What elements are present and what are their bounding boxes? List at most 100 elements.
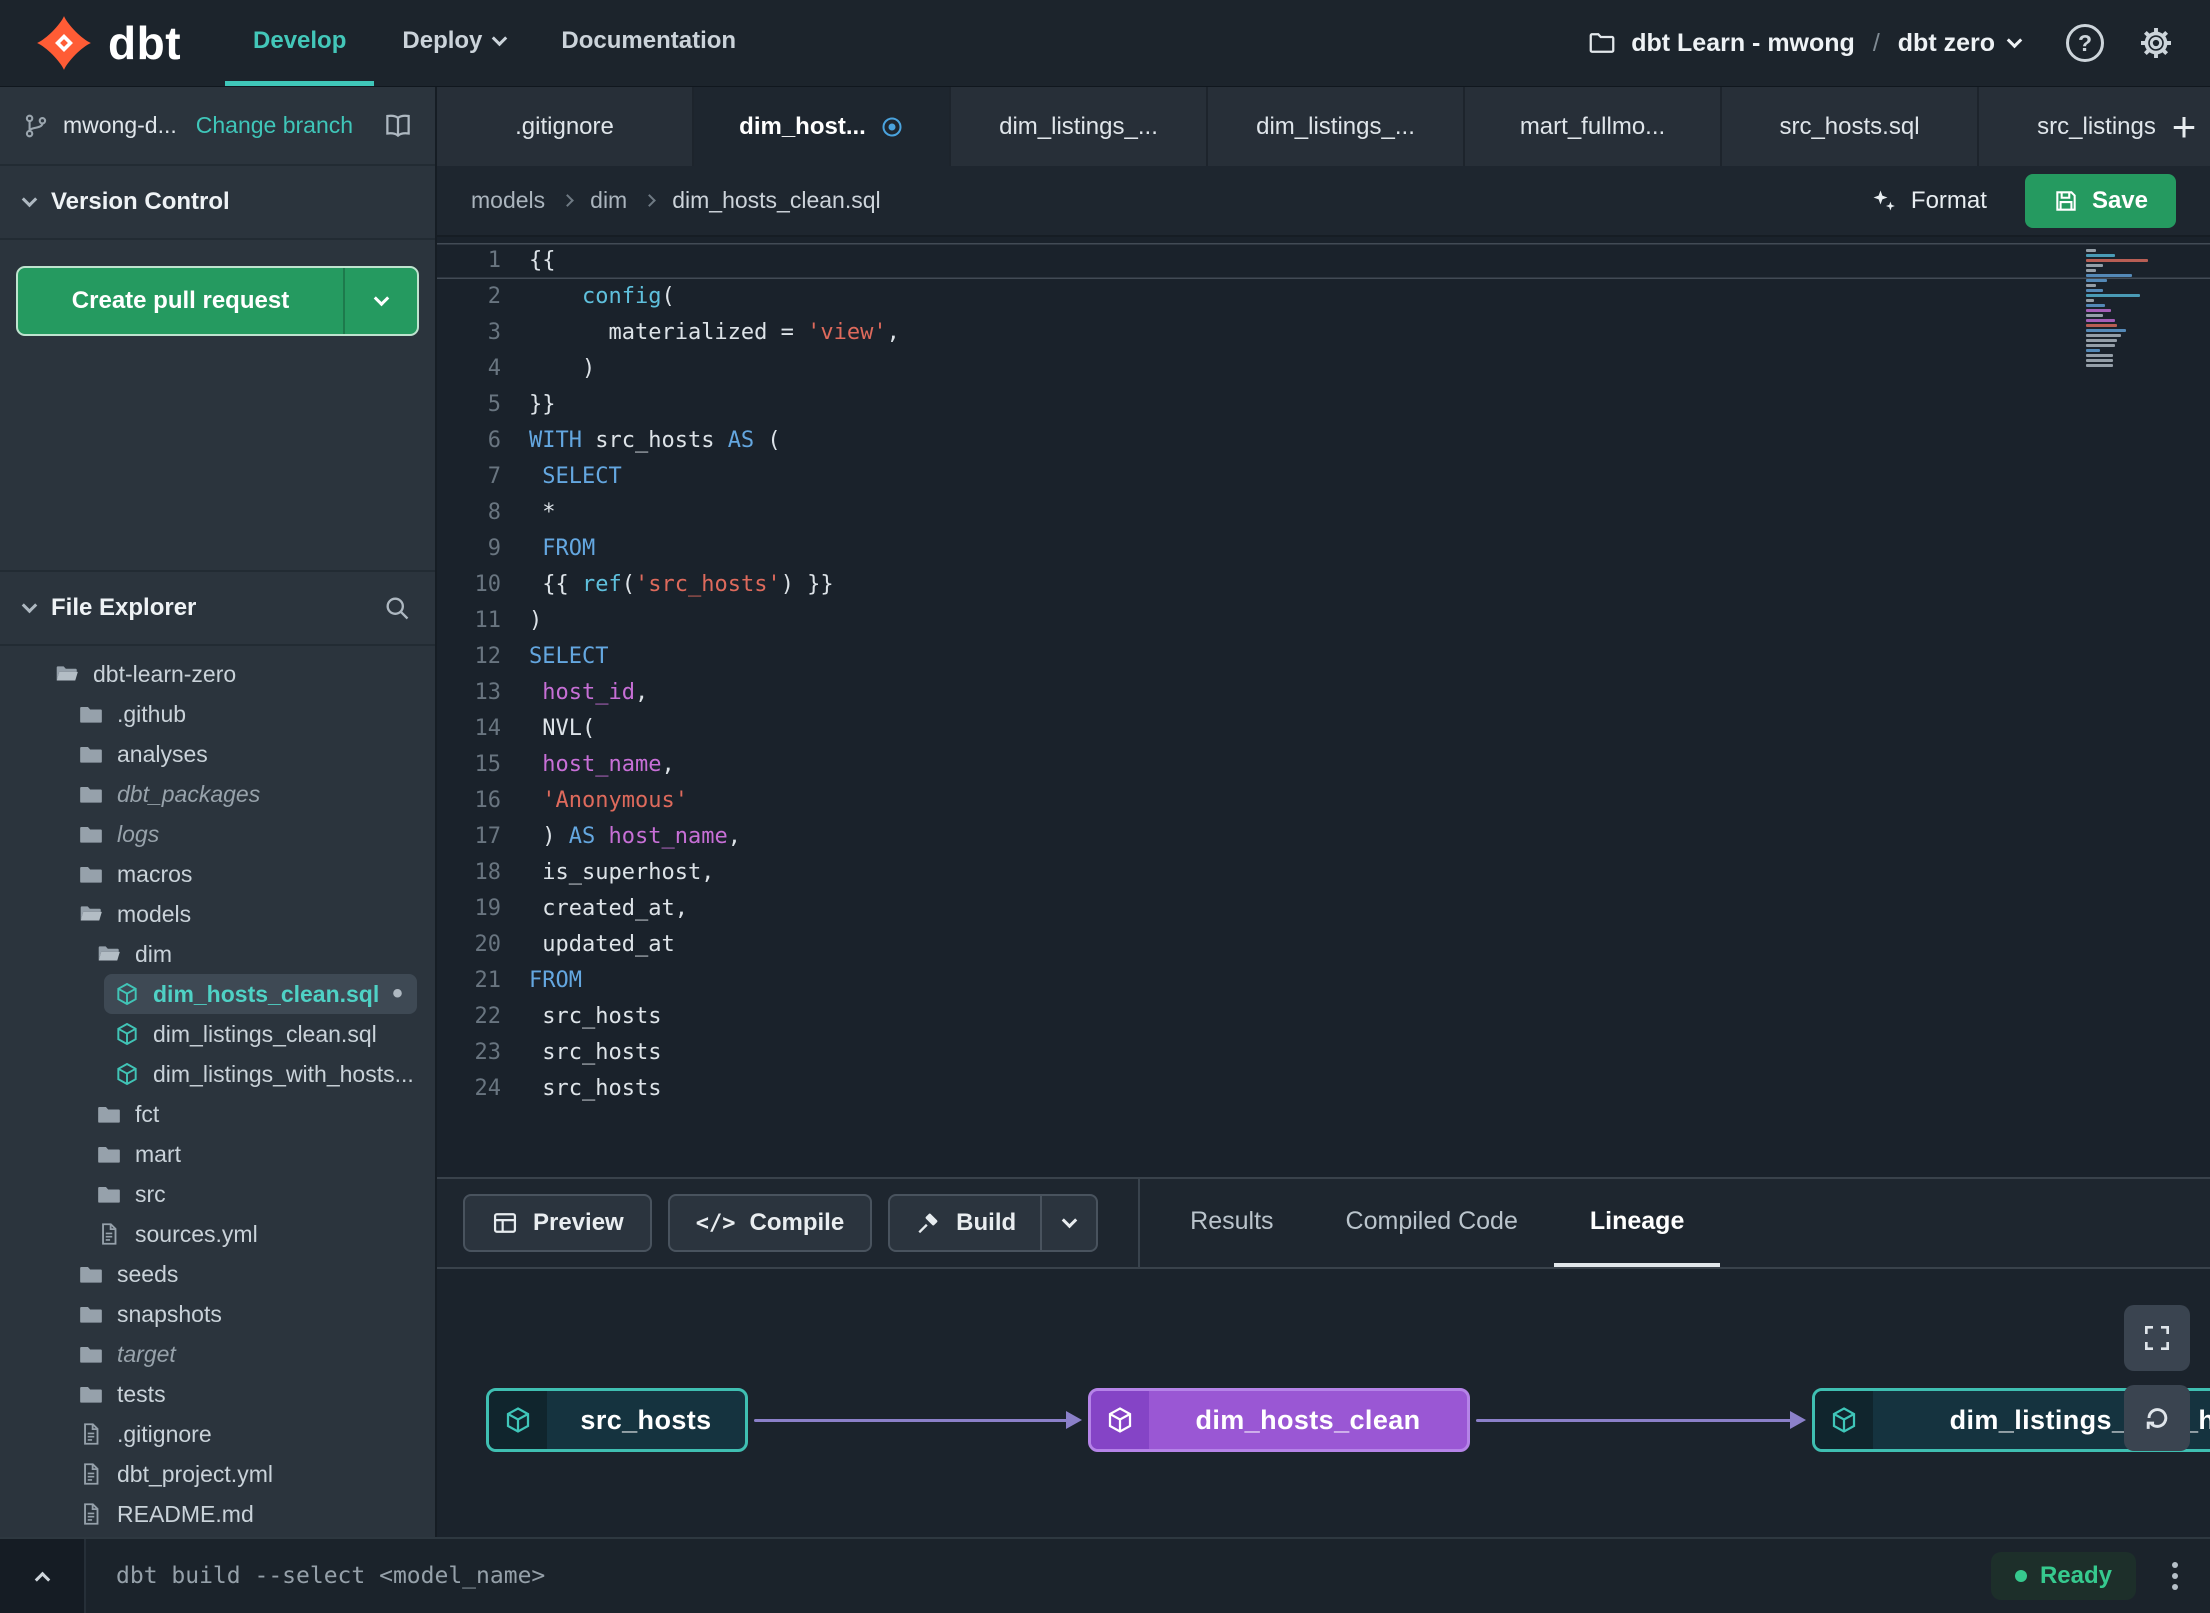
- code-text: host_id,: [529, 680, 649, 705]
- code-line[interactable]: 9 FROM: [437, 531, 2210, 567]
- tree-item-dim-listings-clean-sql[interactable]: dim_listings_clean.sql: [104, 1014, 417, 1054]
- version-control-header[interactable]: Version Control: [0, 166, 435, 240]
- code-line[interactable]: 3 materialized = 'view',: [437, 315, 2210, 351]
- dbt-logo[interactable]: dbt: [36, 0, 181, 86]
- folder-icon: [96, 1181, 122, 1207]
- nav-deploy[interactable]: Deploy: [374, 0, 533, 86]
- lineage-node-src-hosts[interactable]: src_hosts: [486, 1388, 748, 1452]
- tree-item-dim-listings-with-hosts[interactable]: dim_listings_with_hosts...: [104, 1054, 417, 1094]
- file-explorer-header[interactable]: File Explorer: [0, 572, 435, 646]
- code-line[interactable]: 11): [437, 603, 2210, 639]
- build-button[interactable]: Build: [890, 1196, 1040, 1250]
- breadcrumb-models[interactable]: models: [471, 187, 545, 214]
- tab-mart-fullmo[interactable]: mart_fullmo...: [1465, 87, 1722, 166]
- tree-item-fct[interactable]: fct: [86, 1094, 417, 1134]
- tree-item-sources-yml[interactable]: sources.yml: [86, 1214, 417, 1254]
- code-editor[interactable]: 1{{2 config(3 materialized = 'view', 4 ) 5…: [437, 237, 2210, 1177]
- tab-dim-listings[interactable]: dim_listings_...: [1208, 87, 1465, 166]
- code-line[interactable]: 5}}: [437, 387, 2210, 423]
- fullscreen-icon[interactable]: [2124, 1305, 2190, 1371]
- code-line[interactable]: 24 src_hosts: [437, 1071, 2210, 1107]
- code-line[interactable]: 6 WITH src_hosts AS (: [437, 423, 2210, 459]
- tree-item-dim-hosts-clean-sql[interactable]: dim_hosts_clean.sql •: [104, 974, 417, 1014]
- tree-item-tests[interactable]: tests: [68, 1374, 417, 1414]
- lineage-node-dim-hosts-clean[interactable]: dim_hosts_clean: [1088, 1388, 1470, 1452]
- file-icon: [78, 1461, 104, 1487]
- code-line[interactable]: 21 FROM: [437, 963, 2210, 999]
- tab-src-hosts-sql[interactable]: src_hosts.sql: [1722, 87, 1979, 166]
- tree-item-dbt-project-yml[interactable]: dbt_project.yml: [68, 1454, 417, 1494]
- tree-item-snapshots[interactable]: snapshots: [68, 1294, 417, 1334]
- code-line[interactable]: 1 {{: [437, 243, 2210, 279]
- chevron-up-icon[interactable]: [0, 1539, 86, 1613]
- tree-item-github[interactable]: .github: [68, 694, 417, 734]
- tab-dim-host[interactable]: dim_host...: [694, 87, 951, 166]
- code-line[interactable]: 22 src_hosts: [437, 999, 2210, 1035]
- code-line[interactable]: 17 ) AS host_name,: [437, 819, 2210, 855]
- code-text: }}: [529, 392, 556, 417]
- code-line[interactable]: 23 src_hosts: [437, 1035, 2210, 1071]
- nav-develop[interactable]: Develop: [225, 0, 375, 86]
- tree-item-dim[interactable]: dim: [86, 934, 417, 974]
- code-text: SELECT: [529, 644, 609, 669]
- tab-dim-listings[interactable]: dim_listings_...: [951, 87, 1208, 166]
- save-button[interactable]: Save: [2024, 173, 2176, 228]
- code-line[interactable]: 13 host_id,: [437, 675, 2210, 711]
- tree-item-seeds[interactable]: seeds: [68, 1254, 417, 1294]
- change-branch-link[interactable]: Change branch: [196, 112, 353, 139]
- tree-item-dbt-learn-zero[interactable]: dbt-learn-zero: [44, 654, 417, 694]
- tree-item-dbt-packages[interactable]: dbt_packages: [68, 774, 417, 814]
- version-control-title: Version Control: [51, 188, 230, 215]
- code-line[interactable]: 2 config(: [437, 279, 2210, 315]
- lineage-canvas[interactable]: src_hostsdim_hosts_cleandim_listings_wit…: [437, 1269, 2210, 1537]
- minimap[interactable]: [2086, 249, 2152, 369]
- tree-item-label: tests: [117, 1380, 166, 1407]
- code-line[interactable]: 4 ): [437, 351, 2210, 387]
- refresh-icon[interactable]: [2124, 1385, 2190, 1451]
- code-line[interactable]: 20 updated_at: [437, 927, 2210, 963]
- search-icon[interactable]: [383, 594, 411, 622]
- tab-results[interactable]: Results: [1154, 1179, 1309, 1267]
- gear-icon[interactable]: [2138, 25, 2174, 61]
- nav-documentation[interactable]: Documentation: [533, 0, 764, 86]
- code-line[interactable]: 19 created_at,: [437, 891, 2210, 927]
- code-line[interactable]: 18 is_superhost,: [437, 855, 2210, 891]
- code-line[interactable]: 14 NVL(: [437, 711, 2210, 747]
- code-line[interactable]: 8 *: [437, 495, 2210, 531]
- book-icon[interactable]: [383, 111, 413, 141]
- preview-button[interactable]: Preview: [463, 1194, 652, 1252]
- tree-item-readme-md[interactable]: README.md: [68, 1494, 417, 1534]
- tab-lineage[interactable]: Lineage: [1553, 1179, 1721, 1267]
- tree-item-gitignore[interactable]: .gitignore: [68, 1414, 417, 1454]
- tab-gitignore[interactable]: .gitignore: [437, 87, 694, 166]
- branch-name: mwong-d...: [63, 112, 177, 138]
- tree-item-src[interactable]: src: [86, 1174, 417, 1214]
- project-selector[interactable]: dbt Learn - mwong / dbt zero: [1587, 0, 2023, 86]
- tree-item-analyses[interactable]: analyses: [68, 734, 417, 774]
- breadcrumb-dim[interactable]: dim: [590, 187, 627, 214]
- tree-item-logs[interactable]: logs: [68, 814, 417, 854]
- tree-item-label: sources.yml: [135, 1220, 258, 1247]
- code-line[interactable]: 16 'Anonymous': [437, 783, 2210, 819]
- create-pull-request-button[interactable]: Create pull request: [16, 266, 419, 336]
- code-line[interactable]: 15 host_name,: [437, 747, 2210, 783]
- build-dropdown-button[interactable]: [1040, 1196, 1096, 1250]
- format-button[interactable]: Format: [1870, 187, 1987, 215]
- tree-item-macros[interactable]: macros: [68, 854, 417, 894]
- code-line[interactable]: 7 SELECT: [437, 459, 2210, 495]
- tree-item-target[interactable]: target: [68, 1334, 417, 1374]
- tree-item-models[interactable]: models: [68, 894, 417, 934]
- help-icon[interactable]: ?: [2066, 24, 2104, 62]
- command-input[interactable]: dbt build --select <model_name>: [116, 1539, 545, 1613]
- code-line[interactable]: 10 {{ ref('src_hosts') }}: [437, 567, 2210, 603]
- code-line[interactable]: 12 SELECT: [437, 639, 2210, 675]
- kebab-menu-icon[interactable]: [2166, 1556, 2184, 1596]
- compile-label: Compile: [749, 1209, 845, 1236]
- add-tab-button[interactable]: +: [2158, 87, 2210, 166]
- pr-dropdown-button[interactable]: [343, 268, 417, 334]
- editor-action-bar: Preview </> Compile Build Results Compil…: [437, 1177, 2210, 1269]
- tab-label: dim_host...: [739, 112, 866, 140]
- compile-button[interactable]: </> Compile: [667, 1194, 873, 1252]
- tab-compiled-code[interactable]: Compiled Code: [1310, 1179, 1554, 1267]
- tree-item-mart[interactable]: mart: [86, 1134, 417, 1174]
